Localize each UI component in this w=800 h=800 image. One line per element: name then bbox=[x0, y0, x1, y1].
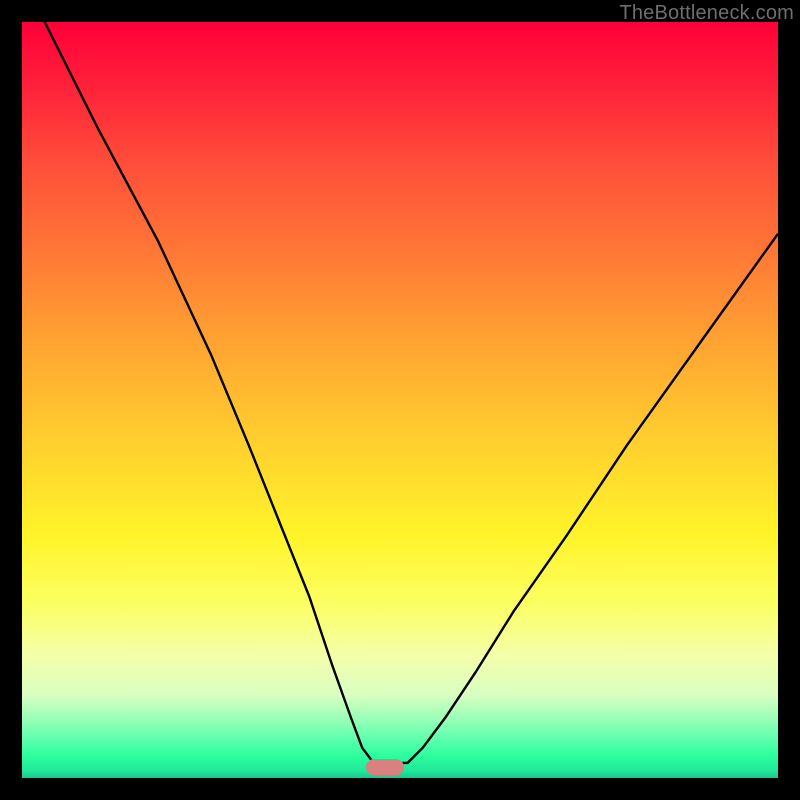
watermark-text: TheBottleneck.com bbox=[619, 2, 794, 25]
bottleneck-curve-path bbox=[45, 22, 778, 763]
chart-plot-area bbox=[22, 22, 778, 778]
optimal-marker bbox=[366, 759, 404, 775]
chart-frame: TheBottleneck.com bbox=[0, 0, 800, 800]
bottleneck-curve bbox=[22, 22, 778, 778]
